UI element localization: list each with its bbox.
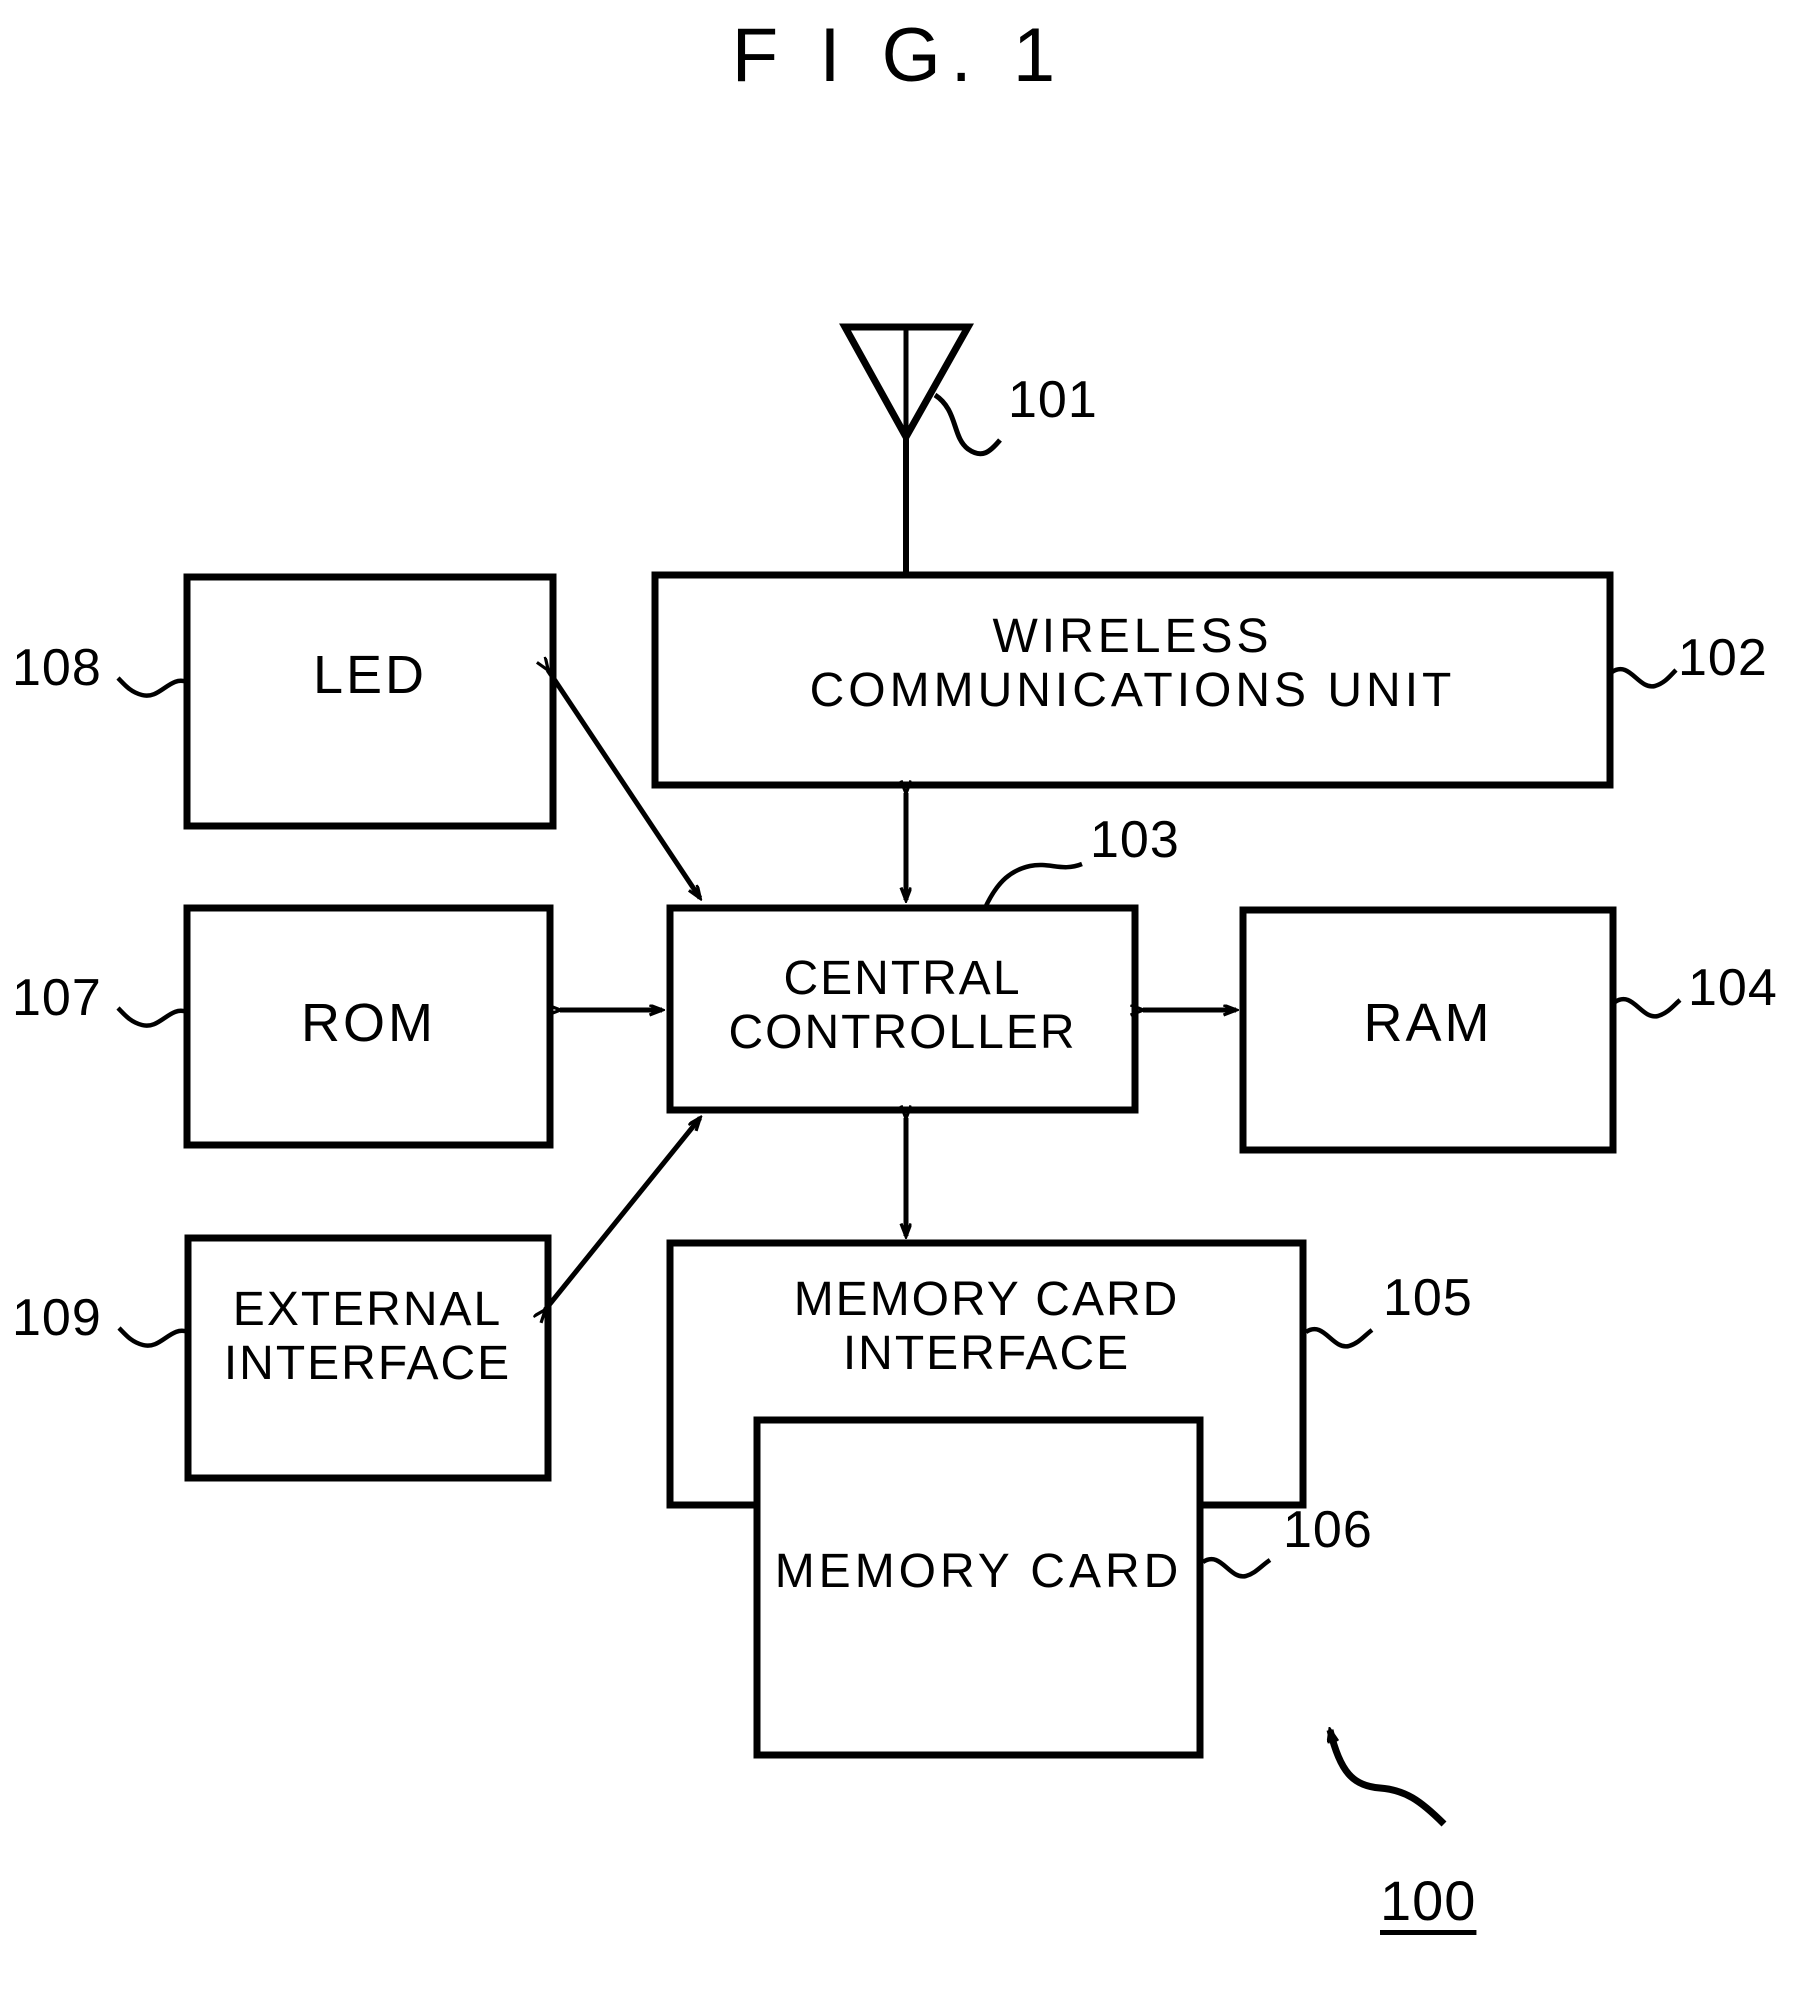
reference-numeral-109: 109: [12, 1289, 102, 1347]
leader-104: [1613, 997, 1682, 1019]
reference-numeral-100: 100: [1380, 1869, 1477, 1932]
block-ram: [1239, 906, 1617, 1154]
leader-101: [933, 392, 1002, 457]
block-wireless-communications-unit: [651, 571, 1614, 789]
leader-109: [117, 1326, 189, 1348]
block-memory-card: [753, 1416, 1204, 1759]
assembly-leader-arrow: [1330, 1730, 1447, 1827]
reference-numeral-106: 106: [1283, 1501, 1373, 1559]
reference-numeral-104: 104: [1688, 959, 1778, 1017]
leader-102: [1610, 667, 1678, 689]
leader-108: [116, 676, 188, 698]
leader-106: [1201, 1557, 1272, 1579]
leader-107: [116, 1006, 188, 1028]
connector-external-interface-to-central: [545, 1118, 700, 1310]
reference-numeral-102: 102: [1678, 629, 1768, 687]
diagram-canvas: [116, 323, 1682, 1827]
reference-numeral-108: 108: [12, 639, 102, 697]
reference-numeral-105: 105: [1383, 1269, 1473, 1327]
reference-numeral-101: 101: [1008, 371, 1098, 429]
antenna-triangle-icon: [839, 323, 974, 576]
leader-105: [1304, 1327, 1374, 1349]
block-central-controller: [666, 904, 1139, 1114]
block-external-interface: [184, 1234, 552, 1482]
leader-103: [982, 861, 1083, 909]
block-rom: [183, 904, 554, 1149]
figure-page: F I G. 1 LED WIRELESS COMMUNICATIONS UNI…: [0, 0, 1797, 1995]
reference-numeral-103: 103: [1090, 811, 1180, 869]
reference-numeral-107: 107: [12, 969, 102, 1027]
block-led: [183, 573, 557, 830]
